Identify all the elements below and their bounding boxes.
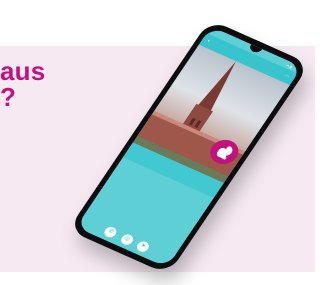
navigation-icon[interactable]: ➤ bbox=[134, 239, 152, 254]
more-icon[interactable]: ⋯ bbox=[283, 73, 291, 80]
back-arrow-icon[interactable]: ‹ bbox=[206, 38, 211, 44]
headline: aus ? bbox=[0, 58, 45, 110]
phone-icon[interactable]: ✆ bbox=[102, 225, 119, 240]
headline-line-1: aus bbox=[0, 56, 46, 86]
headline-line-2: ? bbox=[0, 82, 17, 112]
globe-icon[interactable]: ◎ bbox=[118, 232, 135, 247]
